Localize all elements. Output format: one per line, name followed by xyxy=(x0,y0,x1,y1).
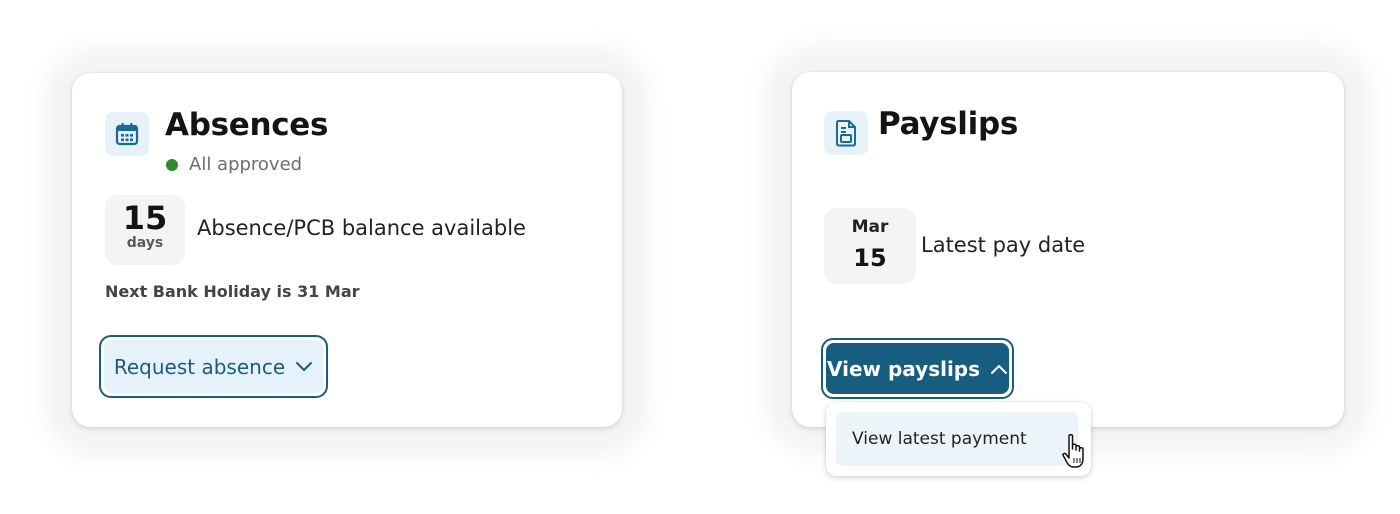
request-absence-button-body: Request absence xyxy=(104,340,323,393)
pay-date-month: Mar xyxy=(851,217,889,237)
request-absence-button[interactable]: Request absence xyxy=(99,335,328,398)
chevron-down-icon xyxy=(295,361,313,373)
payslips-title: Payslips xyxy=(878,106,1019,142)
approval-status: All approved xyxy=(166,154,302,175)
calendar-icon xyxy=(105,112,149,156)
view-payslips-button[interactable]: View payslips xyxy=(821,338,1014,399)
request-absence-label: Request absence xyxy=(113,354,286,379)
view-latest-payment-menu-item[interactable]: View latest payment xyxy=(836,412,1078,466)
next-bank-holiday: Next Bank Holiday is 31 Mar xyxy=(105,282,360,301)
balance-label: Absence/PCB balance available xyxy=(197,216,526,240)
chevron-up-icon xyxy=(990,363,1008,375)
payslips-card: Payslips Mar 15 Latest pay date View pay… xyxy=(792,72,1344,427)
latest-pay-date-badge: Mar 15 xyxy=(824,208,916,284)
hand-pointer-icon xyxy=(1060,432,1090,472)
view-payslips-button-body: View payslips xyxy=(826,343,1009,394)
balance-unit: days xyxy=(126,235,164,251)
absences-card: Absences All approved 15 days Absence/PC… xyxy=(72,73,622,427)
balance-badge: 15 days xyxy=(105,195,185,265)
approval-status-text: All approved xyxy=(189,154,303,175)
absences-title: Absences xyxy=(165,107,329,143)
latest-pay-date-label: Latest pay date xyxy=(921,233,1086,257)
pay-date-day: 15 xyxy=(853,244,887,272)
view-payslips-label: View payslips xyxy=(826,356,981,381)
payslips-dropdown-menu: View latest payment xyxy=(826,402,1091,476)
balance-value: 15 xyxy=(122,199,168,237)
document-icon xyxy=(824,111,868,155)
status-dot-icon xyxy=(166,158,178,171)
page: Absences All approved 15 days Absence/PC… xyxy=(0,0,1400,514)
